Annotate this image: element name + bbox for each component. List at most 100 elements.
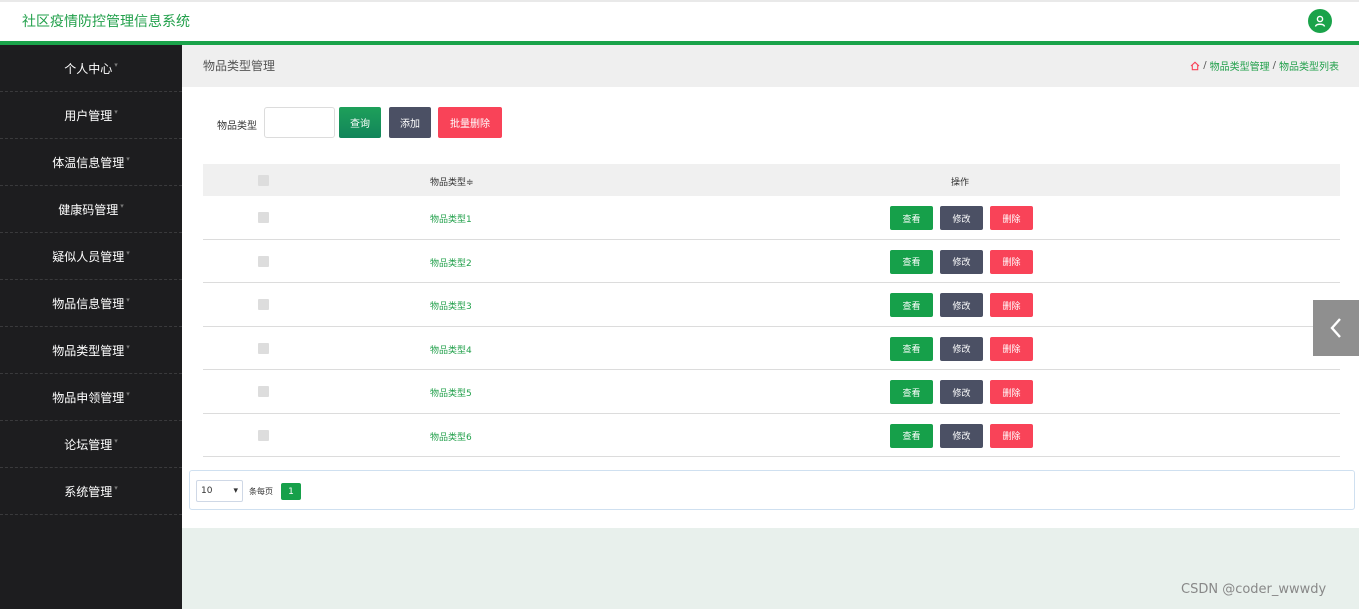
table-header: 物品类型≑ 操作 [203,164,1340,196]
page-size-label: 条每页 [249,487,273,496]
row-checkbox[interactable] [258,212,269,223]
sort-icon[interactable]: ≑ [466,178,474,188]
sidebar-item-label: 体温信息管理 [52,155,125,170]
view-button[interactable]: 查看 [890,336,933,361]
breadcrumb-separator: / [1203,60,1207,71]
sidebar-item-label: 用户管理 [64,108,113,123]
view-button[interactable]: 查看 [890,380,933,404]
view-button[interactable]: 查看 [890,293,933,317]
table-row: 物品类型5 查看 修改 删除 [203,370,1340,414]
sidebar-item-goods-claim[interactable]: 物品申领管理 ▾ [0,374,182,421]
row-checkbox[interactable] [258,342,269,354]
sidebar-item-temperature[interactable]: 体温信息管理 ▾ [0,139,182,186]
sidebar-item-label: 个人中心 [64,61,113,76]
caret-icon: ▾ [126,249,130,257]
breadcrumb-level1[interactable]: 物品类型管理 [1210,58,1270,73]
list-panel: 物品类型 查询 添加 批量删除 物品类型≑ 操作 物品类型1 查看 修改 删除 … [182,87,1359,528]
breadcrumb-separator: / [1272,60,1276,71]
row-type-link[interactable]: 物品类型5 [430,386,472,399]
type-column-header[interactable]: 物品类型≑ [430,175,474,188]
ops-column-header: 操作 [951,178,970,188]
bulk-delete-button[interactable]: 批量删除 [438,107,502,138]
caret-icon: ▾ [114,484,118,492]
row-type-link[interactable]: 物品类型2 [430,256,472,269]
sidebar-item-label: 物品申领管理 [52,390,125,405]
page-number-button[interactable]: 1 [281,483,301,500]
add-button[interactable]: 添加 [389,107,431,138]
row-checkbox[interactable] [258,429,269,441]
breadcrumb-level2: 物品类型列表 [1279,62,1339,73]
breadcrumb: / 物品类型管理 / 物品类型列表 [1190,58,1339,73]
caret-icon: ▾ [126,390,130,398]
page-title: 物品类型管理 [203,59,276,73]
sidebar-item-label: 系统管理 [64,484,113,499]
sidebar-item-label: 健康码管理 [58,202,119,217]
view-button[interactable]: 查看 [890,423,933,448]
sidebar-item-profile[interactable]: 个人中心 ▾ [0,45,182,92]
delete-button[interactable]: 删除 [990,206,1033,230]
delete-button[interactable]: 删除 [990,380,1033,404]
delete-button[interactable]: 删除 [990,249,1033,274]
row-type-link[interactable]: 物品类型6 [430,430,472,443]
delete-button[interactable]: 删除 [990,423,1033,448]
table-row: 物品类型1 查看 修改 删除 [203,196,1340,240]
sidebar-item-label: 物品信息管理 [52,296,125,311]
sidebar-item-system[interactable]: 系统管理 ▾ [0,468,182,515]
caret-icon: ▾ [126,155,130,163]
table-row: 物品类型6 查看 修改 删除 [203,414,1340,457]
edit-button[interactable]: 修改 [940,423,983,448]
main-content: 物品类型管理 / 物品类型管理 / 物品类型列表 物品类型 查询 添加 批量删除… [182,45,1359,609]
caret-icon: ▾ [126,343,130,351]
row-type-link[interactable]: 物品类型1 [430,212,472,225]
row-checkbox[interactable] [258,386,269,397]
sidebar: 个人中心 ▾ 用户管理 ▾ 体温信息管理 ▾ 健康码管理 ▾ 疑似人员管理 ▾ 物品信息管… [0,45,182,609]
pagination-bar: 10 ▾ 条每页 1 [189,470,1355,510]
page-size-select[interactable]: 10 ▾ [196,480,243,502]
row-checkbox[interactable] [258,255,269,267]
row-type-link[interactable]: 物品类型3 [430,299,472,312]
user-avatar-glyph [1314,15,1326,27]
delete-button[interactable]: 删除 [990,336,1033,361]
page-header: 物品类型管理 / 物品类型管理 / 物品类型列表 [182,45,1359,87]
sidebar-item-suspects[interactable]: 疑似人员管理 ▾ [0,233,182,280]
edit-button[interactable]: 修改 [940,249,983,274]
sidebar-item-label: 疑似人员管理 [52,249,125,264]
query-button[interactable]: 查询 [339,107,381,138]
caret-icon: ▾ [114,108,118,116]
sidebar-item-goods-info[interactable]: 物品信息管理 ▾ [0,280,182,327]
top-bar: 社区疫情防控管理信息系统 [0,0,1359,41]
watermark-text: CSDN @coder_wwwdy [1181,582,1327,597]
edit-button[interactable]: 修改 [940,336,983,361]
sidebar-item-goods-type[interactable]: 物品类型管理 ▾ [0,327,182,374]
row-checkbox[interactable] [258,299,269,310]
type-header-label: 物品类型 [430,178,467,188]
edit-button[interactable]: 修改 [940,380,983,404]
caret-icon: ▾ [114,61,118,69]
view-button[interactable]: 查看 [890,249,933,274]
collapse-toggle-button[interactable] [1313,300,1359,356]
row-type-link[interactable]: 物品类型4 [430,343,472,356]
select-all-checkbox[interactable] [258,175,269,186]
caret-icon: ▾ [126,296,130,304]
app-title: 社区疫情防控管理信息系统 [22,14,190,30]
home-icon[interactable] [1190,61,1200,71]
sidebar-item-label: 物品类型管理 [52,343,125,358]
page-size-value: 10 [201,486,213,496]
search-input[interactable] [264,107,335,138]
edit-button[interactable]: 修改 [940,206,983,230]
table-row: 物品类型4 查看 修改 删除 [203,327,1340,370]
search-label: 物品类型 [217,121,257,132]
chevron-down-icon: ▾ [233,486,238,496]
chevron-left-icon [1330,318,1341,338]
sidebar-item-users[interactable]: 用户管理 ▾ [0,92,182,139]
sidebar-item-label: 论坛管理 [64,437,113,452]
sidebar-item-forum[interactable]: 论坛管理 ▾ [0,421,182,468]
edit-button[interactable]: 修改 [940,293,983,317]
caret-icon: ▾ [114,437,118,445]
user-icon[interactable] [1308,9,1332,33]
sidebar-item-health-code[interactable]: 健康码管理 ▾ [0,186,182,233]
goods-type-table: 物品类型≑ 操作 物品类型1 查看 修改 删除 物品类型2 查看 修改 删除 物… [203,164,1340,457]
caret-icon: ▾ [120,202,124,210]
delete-button[interactable]: 删除 [990,293,1033,317]
view-button[interactable]: 查看 [890,206,933,230]
